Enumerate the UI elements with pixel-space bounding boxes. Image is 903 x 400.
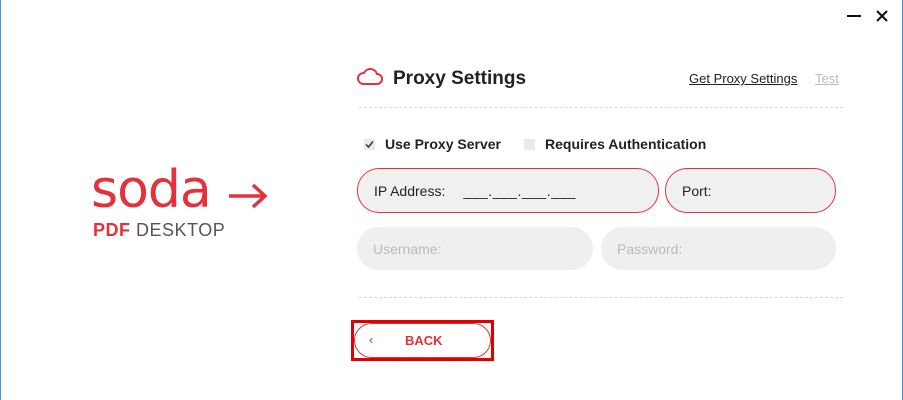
checkbox-unchecked-icon[interactable] — [524, 138, 535, 150]
page-title: Proxy Settings — [393, 68, 527, 89]
cloud-icon — [357, 68, 383, 85]
ip-address-label: IP Address: — [374, 182, 446, 199]
test-link[interactable]: Test — [815, 71, 839, 86]
use-proxy-label: Use Proxy Server — [385, 136, 501, 152]
password-placeholder: Password: — [617, 240, 683, 257]
requires-auth-checkbox[interactable]: Requires Authentication — [524, 136, 706, 152]
get-proxy-settings-link[interactable]: Get Proxy Settings — [689, 71, 797, 86]
password-field[interactable]: Password: — [601, 227, 836, 270]
back-button[interactable]: ‹ BACK — [354, 323, 491, 358]
requires-auth-label: Requires Authentication — [545, 136, 707, 152]
logo-subtitle: PDF DESKTOP — [93, 220, 225, 241]
port-label: Port: — [682, 182, 712, 199]
close-icon[interactable] — [874, 8, 890, 24]
window-controls — [846, 8, 890, 24]
logo-arrow-icon — [229, 183, 268, 209]
checkbox-checked-icon[interactable] — [364, 138, 375, 150]
ip-address-mask: ___.___.___.___ — [463, 182, 576, 199]
username-placeholder: Username: — [373, 240, 442, 257]
soda-pdf-logo: soda PDF DESKTOP — [91, 160, 281, 245]
bottom-divider — [359, 297, 843, 298]
use-proxy-checkbox[interactable]: Use Proxy Server — [364, 136, 501, 152]
username-field[interactable]: Username: — [357, 227, 593, 270]
settings-header: Proxy Settings Get Proxy Settings Test — [357, 64, 843, 94]
logo-sub-bold: PDF — [93, 220, 131, 240]
back-button-label: BACK — [405, 333, 443, 348]
proxy-settings-window: soda PDF DESKTOP Proxy Settings Get Prox… — [0, 0, 903, 400]
logo-sub-regular: DESKTOP — [130, 220, 226, 240]
logo-wordmark: soda — [91, 160, 212, 220]
port-field[interactable]: Port: — [665, 168, 836, 213]
top-divider — [359, 107, 843, 108]
ip-address-field[interactable]: IP Address: ___.___.___.___ — [357, 168, 659, 213]
minimize-icon[interactable] — [846, 8, 862, 24]
chevron-left-icon: ‹ — [369, 332, 374, 347]
